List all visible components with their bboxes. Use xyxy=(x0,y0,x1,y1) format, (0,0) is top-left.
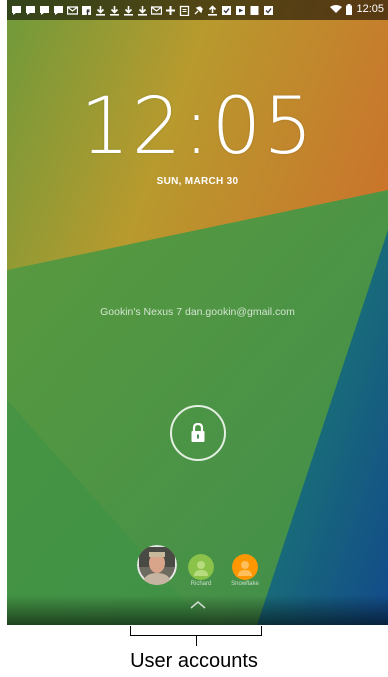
mail-icon xyxy=(67,5,78,15)
user-name: Richard xyxy=(190,581,212,587)
chat-icon xyxy=(26,5,35,15)
avatar xyxy=(232,554,258,580)
download-icon xyxy=(124,5,133,16)
chat-icon xyxy=(54,5,63,15)
wifi-icon xyxy=(330,5,343,13)
annotation-caption: User accounts xyxy=(130,650,258,672)
status-bar: 12:05 xyxy=(7,0,388,20)
chevron-up-icon[interactable] xyxy=(189,600,207,610)
user-accounts: Richard Snowflake xyxy=(7,545,388,595)
check-icon xyxy=(222,5,231,15)
pin-icon xyxy=(194,5,203,14)
play-icon xyxy=(236,5,245,15)
lock-clock: 12:05 xyxy=(80,82,315,172)
avatar xyxy=(137,545,177,585)
upload-icon xyxy=(208,4,217,16)
plus-icon xyxy=(166,5,175,15)
lock-screen: 12:05 12:05 SUN, MARCH 30 Gookin's Nexus… xyxy=(7,0,388,625)
download-icon xyxy=(110,5,119,16)
mail-icon xyxy=(151,5,162,15)
notification-icons xyxy=(7,4,274,16)
battery-icon xyxy=(346,3,353,15)
chat-icon xyxy=(12,5,21,15)
check-icon xyxy=(264,5,273,15)
download-icon xyxy=(96,5,105,16)
annotation-bracket xyxy=(130,626,262,636)
user-account-snowflake[interactable]: Snowflake xyxy=(227,554,263,587)
user-name: Snowflake xyxy=(231,581,259,587)
lock-icon xyxy=(191,423,205,442)
facebook-icon xyxy=(82,5,91,15)
lock-date: SUN, MARCH 30 xyxy=(156,176,239,187)
barcode-icon xyxy=(250,5,259,15)
download-icon xyxy=(138,5,147,16)
avatar xyxy=(188,554,214,580)
status-time: 12:05 xyxy=(356,3,384,15)
unlock-button[interactable] xyxy=(170,405,226,461)
clipboard-icon xyxy=(179,5,190,16)
owner-info: Gookin's Nexus 7 dan.gookin@gmail.com xyxy=(100,306,295,318)
user-account-owner[interactable] xyxy=(137,545,177,586)
annotation-bracket-stem xyxy=(196,636,197,646)
chat-icon xyxy=(40,5,49,15)
user-account-richard[interactable]: Richard xyxy=(187,554,215,587)
